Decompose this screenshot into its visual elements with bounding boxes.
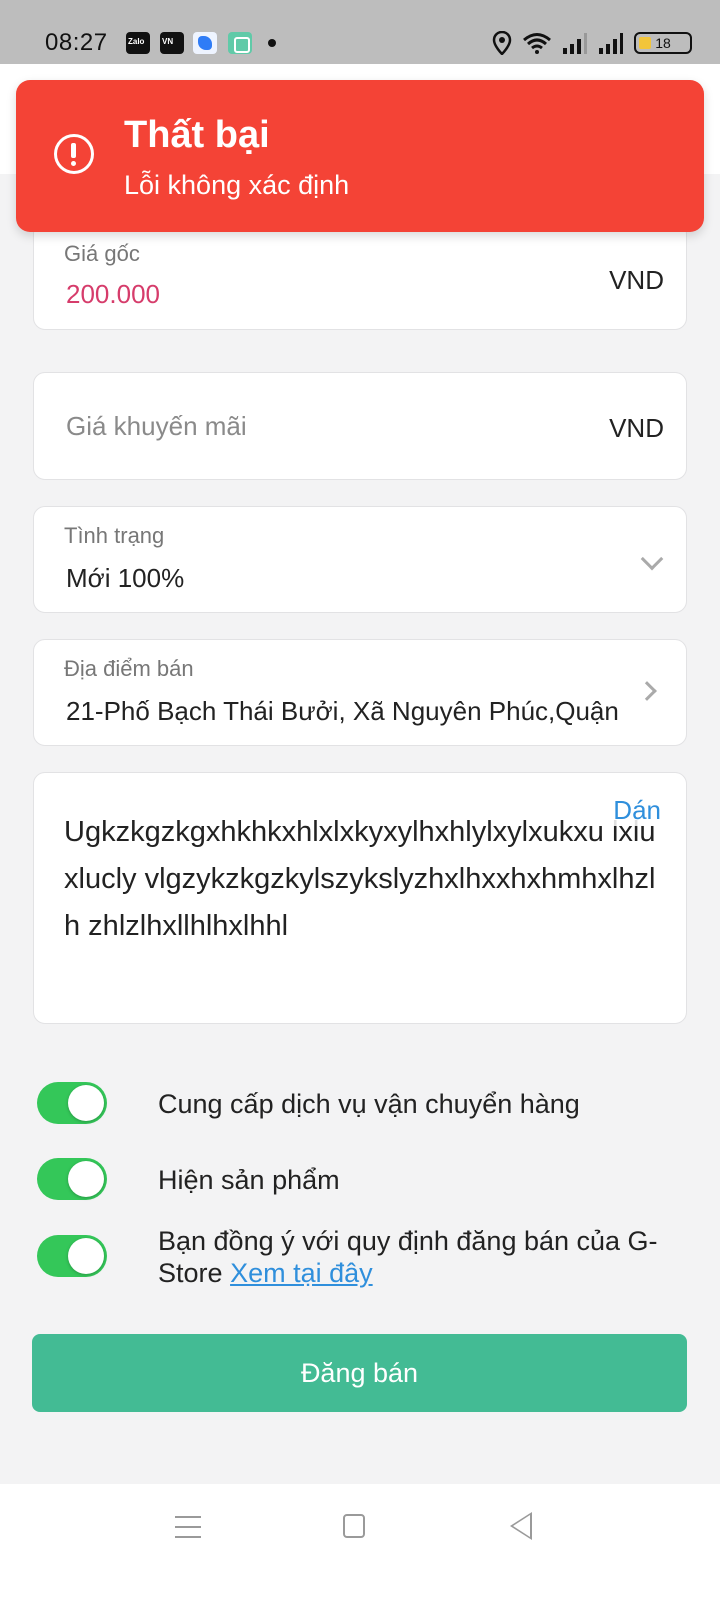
terms-link[interactable]: Xem tại đây xyxy=(230,1258,373,1288)
paste-button[interactable]: Dán xyxy=(613,795,661,826)
error-toast[interactable]: Thất bại Lỗi không xác định xyxy=(16,80,704,232)
zalo-icon: Zalo xyxy=(126,32,150,54)
toast-message: Lỗi không xác định xyxy=(124,170,350,200)
status-bar: 08:27 Zalo VN 18 xyxy=(0,0,720,64)
shipping-toggle[interactable] xyxy=(37,1082,107,1124)
show-product-toggle-label: Hiện sản phẩm xyxy=(158,1165,340,1195)
promo-price-field[interactable]: Giá khuyến mãi VND xyxy=(33,372,687,480)
shipping-toggle-label: Cung cấp dịch vụ vận chuyển hàng xyxy=(158,1089,580,1119)
blue-app-icon xyxy=(193,32,217,54)
description-field[interactable]: Ugkzkgzkgxhkhkxhlxlxkyxylhxhlylxylxukxu … xyxy=(33,772,687,1024)
back-icon[interactable] xyxy=(510,1512,532,1540)
agree-toggle[interactable] xyxy=(37,1235,107,1277)
menu-icon[interactable] xyxy=(175,1516,201,1538)
promo-price-input[interactable]: Giá khuyến mãi xyxy=(66,411,247,442)
toast-title: Thất bại xyxy=(124,114,270,156)
condition-select[interactable]: Tình trạng Mới 100% xyxy=(33,506,687,613)
chevron-down-icon xyxy=(640,547,664,571)
location-icon xyxy=(492,31,512,55)
location-label: Địa điểm bán xyxy=(64,656,194,681)
signal-icon xyxy=(563,33,587,54)
condition-value: Mới 100% xyxy=(66,563,185,593)
location-select[interactable]: Địa điểm bán 21-Phố Bạch Thái Bưởi, Xã N… xyxy=(33,639,687,746)
battery-icon: 18 xyxy=(634,32,692,54)
location-value: 21-Phố Bạch Thái Bưởi, Xã Nguyên Phúc,Qu… xyxy=(66,696,619,726)
original-price-value[interactable]: 200.000 xyxy=(66,279,160,310)
original-price-unit: VND xyxy=(609,265,664,295)
vn-app-icon: VN xyxy=(160,32,184,54)
promo-price-unit: VND xyxy=(609,413,664,443)
notification-dot-icon xyxy=(268,39,276,47)
original-price-field[interactable]: Giá gốc 200.000 VND xyxy=(33,222,687,330)
agree-toggle-label: Bạn đồng ý với quy định đăng bán của G-S… xyxy=(158,1225,668,1289)
condition-label: Tình trạng xyxy=(64,523,165,548)
description-text[interactable]: Ugkzkgzkgxhkhkxhlxlxkyxylhxhlylxylxukxu … xyxy=(64,809,664,950)
show-product-toggle[interactable] xyxy=(37,1158,107,1200)
battery-level: 18 xyxy=(655,35,671,51)
green-app-icon xyxy=(228,32,252,54)
status-indicators: 18 xyxy=(492,30,692,56)
signal-icon-2 xyxy=(599,33,623,54)
alert-icon xyxy=(54,134,94,174)
system-nav-bar xyxy=(0,1484,720,1600)
submit-button[interactable]: Đăng bán xyxy=(32,1334,687,1412)
home-icon[interactable] xyxy=(343,1514,365,1538)
original-price-label: Giá gốc xyxy=(64,241,140,266)
status-time: 08:27 xyxy=(45,29,108,56)
chevron-right-icon xyxy=(637,681,657,701)
wifi-icon xyxy=(523,33,551,54)
